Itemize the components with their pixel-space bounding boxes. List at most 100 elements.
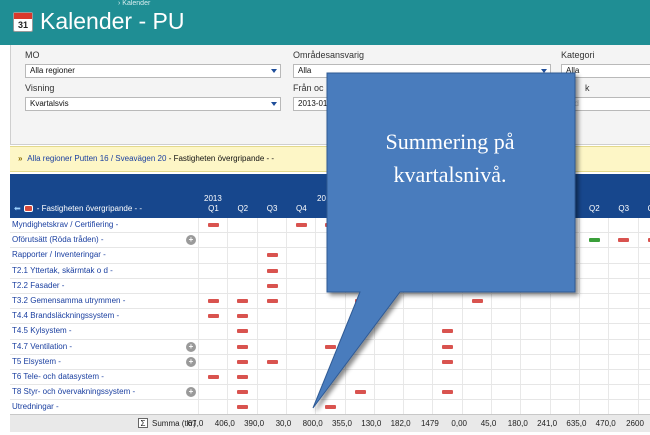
activity-marker[interactable] (237, 374, 249, 379)
visning-select[interactable]: Kvartalsvis (25, 97, 281, 111)
row-label[interactable]: T4.5 Kylsystem - (12, 324, 72, 338)
activity-marker[interactable] (618, 238, 630, 243)
table-row[interactable]: Myndighetskrav / Certifiering - (10, 218, 650, 234)
sum-value: 355,0 (331, 419, 353, 428)
visning-label: Visning (25, 83, 55, 93)
omrade-select[interactable]: Alla (293, 64, 551, 78)
quarter-header[interactable]: Q1 (199, 204, 228, 214)
table-row[interactable]: T4.4 Brandsläckningssystem - (10, 309, 650, 325)
activity-marker[interactable] (266, 359, 278, 364)
sum-value: 635,0 (566, 419, 587, 428)
year-label: 20 (317, 194, 326, 203)
activity-marker[interactable] (208, 298, 219, 303)
activity-marker[interactable] (208, 223, 219, 227)
chevron-right-icon: » (18, 154, 23, 163)
sum-value: 180,0 (507, 419, 528, 428)
extra-field[interactable]: ekd (561, 97, 650, 111)
page-title: Kalender - PU (40, 8, 185, 34)
activity-marker[interactable] (237, 344, 249, 349)
sum-value: 241,0 (537, 419, 558, 428)
quarter-header[interactable]: Q2 (228, 204, 257, 214)
sum-value: 470,0 (595, 419, 616, 428)
year-label: 2013 (204, 194, 222, 203)
sum-row: Σ Summa (tkr) 67,0 406,0 390,0 30,0 800,0 355… (10, 414, 650, 432)
row-label[interactable]: T6 Tele- och datasystem - (12, 370, 104, 384)
activity-marker[interactable] (237, 298, 249, 303)
table-row[interactable]: Rapporter / Inventeringar - (10, 248, 650, 264)
row-label[interactable]: T4.4 Brandsläckningssystem - (12, 309, 119, 323)
row-label[interactable]: T8 Styr- och övervakningssystem - (12, 385, 135, 399)
activity-marker[interactable] (354, 390, 366, 395)
row-label[interactable]: Myndighetskrav / Certifiering - (12, 218, 118, 232)
table-row[interactable]: T2.1 Yttertak, skärmtak o d - (10, 263, 650, 279)
row-label[interactable]: T5 Elsystem - (12, 355, 61, 369)
activity-marker[interactable] (588, 238, 600, 243)
table-row[interactable]: T5 Elsystem - + (10, 354, 650, 370)
add-item-icon[interactable]: + (186, 341, 196, 352)
activity-marker[interactable] (442, 344, 454, 349)
quarter-header[interactable]: Q3 (258, 204, 287, 214)
table-row[interactable]: T3.2 Gemensamma utrymmen - (10, 293, 650, 310)
row-label[interactable]: Oförutsätt (Röda tråden) - (12, 233, 104, 247)
quarter-header[interactable]: Q (316, 204, 345, 214)
sum-value: 0,00 (451, 419, 467, 428)
column-header-label[interactable]: ⬅ - Fastigheten övergripande - - (14, 204, 142, 214)
calendar-icon: 31 (13, 12, 33, 32)
quarter-header[interactable]: Q4 (639, 204, 650, 214)
activity-marker[interactable] (325, 344, 337, 349)
extra-label: k (585, 83, 590, 93)
activity-marker[interactable] (237, 329, 249, 334)
activity-marker[interactable] (208, 374, 219, 379)
row-label[interactable]: T3.2 Gemensamma utrymmen - (12, 294, 125, 308)
activity-marker[interactable] (266, 283, 278, 288)
activity-marker[interactable] (266, 268, 278, 273)
add-item-icon[interactable]: + (186, 235, 196, 246)
back-arrow-icon[interactable]: ⬅ (14, 204, 21, 213)
activity-marker[interactable] (325, 223, 337, 227)
app-header: › Kalender 31 Kalender - PU (0, 0, 650, 45)
add-item-icon[interactable]: + (186, 356, 196, 367)
activity-marker[interactable] (442, 359, 454, 364)
activity-marker[interactable] (471, 298, 483, 303)
activity-marker[interactable] (442, 329, 454, 334)
fran-date-field[interactable]: 2013-01 (293, 97, 343, 111)
quarter-header[interactable]: Q3 (609, 204, 638, 214)
table-row[interactable]: Oförutsätt (Röda tråden) - + (10, 233, 650, 249)
sum-value: 45,0 (480, 419, 497, 428)
activity-marker[interactable] (325, 405, 337, 410)
kategori-select[interactable]: Alla (561, 64, 650, 78)
quarter-header[interactable]: Q4 (287, 204, 316, 214)
sum-value: 406,0 (214, 419, 235, 428)
breadcrumb-path[interactable]: Alla regioner Putten 16 / Sveavägen 20 (27, 154, 166, 163)
table-row[interactable]: T2.2 Fasader - (10, 278, 650, 294)
sum-value: 130,0 (361, 419, 382, 428)
quarter-header[interactable]: Q2 (580, 204, 609, 214)
activity-marker[interactable] (237, 405, 249, 410)
table-row[interactable]: T4.5 Kylsystem - (10, 324, 650, 340)
row-label[interactable]: T4.7 Ventilation - (12, 340, 72, 354)
sum-icon[interactable]: Σ (138, 418, 148, 428)
activity-marker[interactable] (237, 359, 249, 364)
add-item-icon[interactable]: + (186, 387, 196, 398)
sum-value: 67,0 (187, 419, 204, 428)
activity-marker[interactable] (295, 223, 307, 227)
activity-marker[interactable] (442, 390, 454, 395)
activity-marker[interactable] (266, 298, 278, 303)
row-label[interactable]: T2.1 Yttertak, skärmtak o d - (12, 264, 113, 278)
row-label[interactable]: Rapporter / Inventeringar - (12, 248, 106, 262)
table-row[interactable]: T6 Tele- och datasystem - (10, 369, 650, 386)
chevron-down-icon (271, 69, 277, 73)
activity-marker[interactable] (237, 390, 249, 395)
table-row[interactable]: T4.7 Ventilation - + (10, 339, 650, 355)
chevron-down-icon (271, 102, 277, 106)
activity-marker[interactable] (354, 298, 366, 303)
building-icon (23, 205, 33, 212)
row-label[interactable]: Utredningar - (12, 400, 59, 414)
activity-marker[interactable] (266, 253, 278, 258)
mo-select[interactable]: Alla regioner (25, 64, 281, 78)
activity-marker[interactable] (208, 314, 219, 319)
activity-marker[interactable] (237, 314, 249, 319)
row-label[interactable]: T2.2 Fasader - (12, 279, 64, 293)
table-row[interactable]: T8 Styr- och övervakningssystem - + (10, 385, 650, 401)
fran-label: Från oc (293, 83, 324, 93)
